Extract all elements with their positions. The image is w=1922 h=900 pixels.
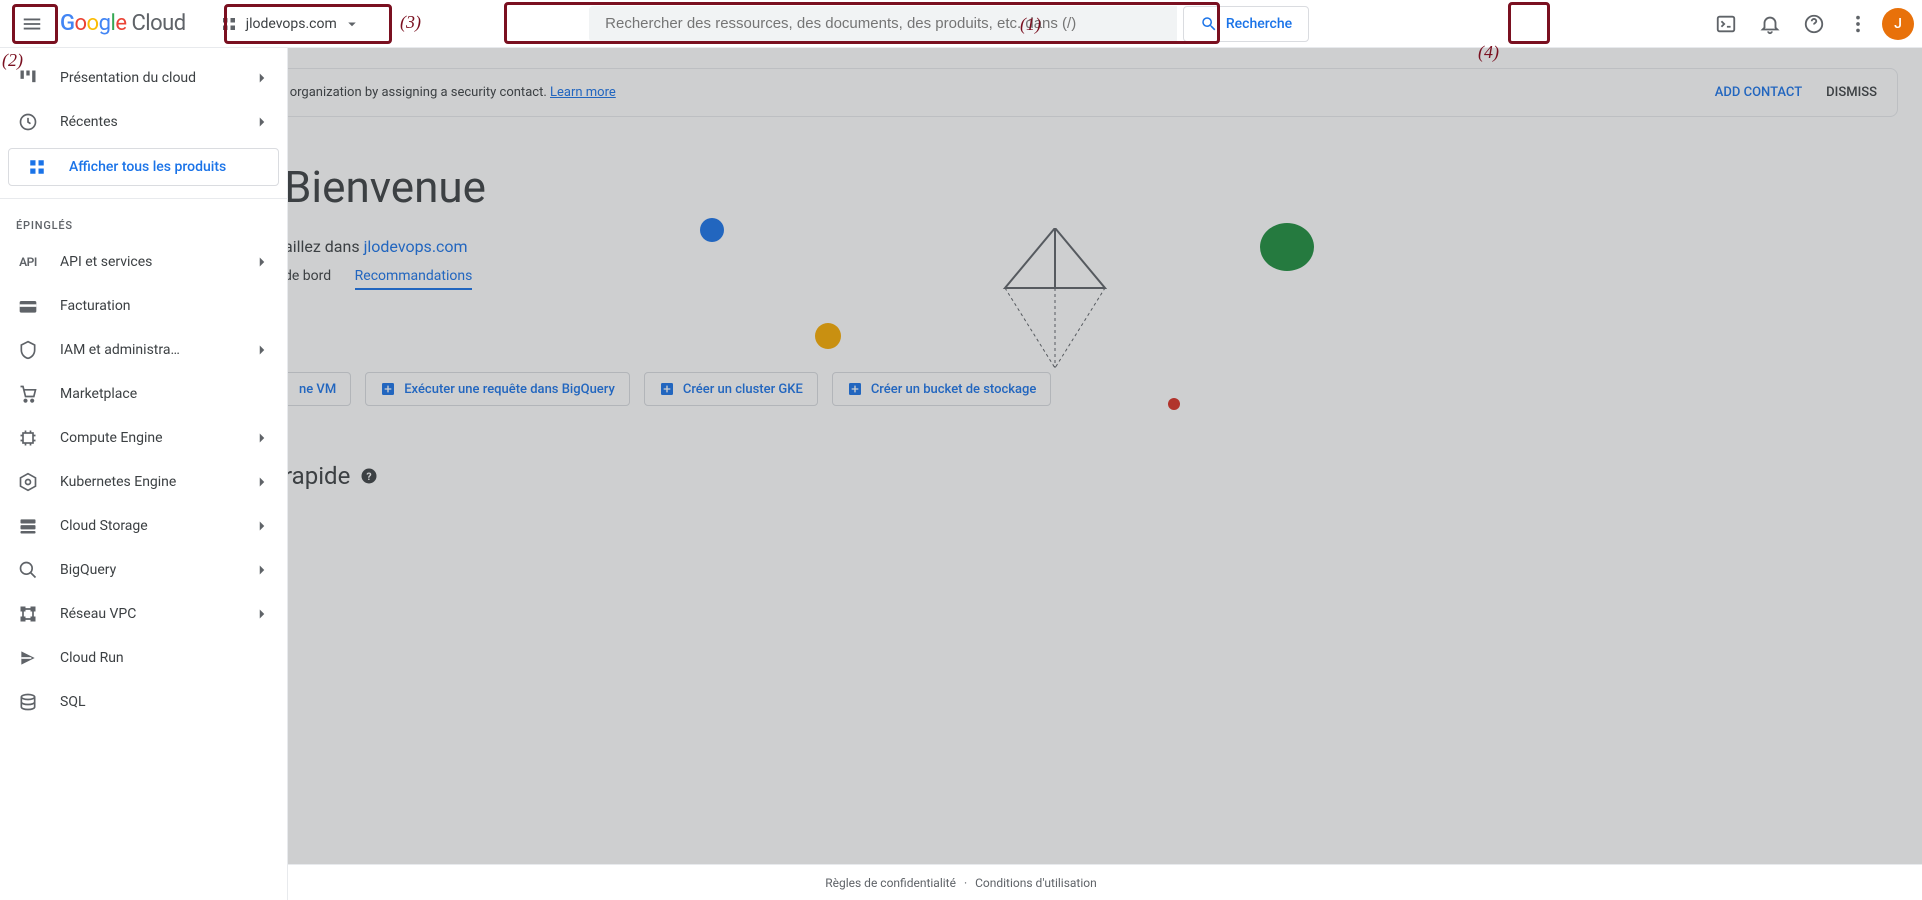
notifications-button[interactable] (1750, 4, 1790, 44)
nav-item-vpc[interactable]: Réseau VPC (0, 592, 287, 636)
nav-item-api[interactable]: API API et services (0, 240, 287, 284)
header: Google Cloud jlodevops.com Recherche (0, 0, 1922, 48)
nav-item-label: Cloud Run (60, 650, 271, 666)
user-avatar[interactable]: J (1882, 8, 1914, 40)
project-picker[interactable]: jlodevops.com (210, 8, 371, 40)
divider (0, 198, 287, 199)
pinned-header: ÉPINGLÉS (0, 207, 287, 240)
bq-icon (16, 558, 40, 582)
nav-item-label: Marketplace (60, 386, 271, 402)
chevron-right-icon (253, 517, 271, 535)
chevron-right-icon (253, 605, 271, 623)
nav-drawer: Présentation du cloud Récentes Afficher t… (0, 48, 288, 900)
privacy-link[interactable]: Règles de confidentialité (825, 876, 956, 890)
dropdown-arrow-icon (343, 15, 361, 33)
modal-scrim[interactable] (0, 48, 1922, 900)
hamburger-menu-button[interactable] (8, 0, 56, 48)
grid-icon (25, 155, 49, 179)
nav-item-clock[interactable]: Récentes (0, 100, 287, 144)
nav-item-dashboard[interactable]: Présentation du cloud (0, 56, 287, 100)
annotation-1: (1) (1020, 14, 1041, 35)
organization-icon (220, 15, 238, 33)
nav-item-label: Cloud Storage (60, 518, 253, 534)
chevron-right-icon (253, 561, 271, 579)
nav-item-label: Réseau VPC (60, 606, 253, 622)
project-name: jlodevops.com (246, 16, 337, 32)
nav-item-sql[interactable]: SQL (0, 680, 287, 724)
cloud-shell-button[interactable] (1706, 4, 1746, 44)
nav-item-label: Compute Engine (60, 430, 253, 446)
nav-item-label: IAM et administra… (60, 342, 253, 358)
chevron-right-icon (253, 429, 271, 447)
nav-item-label: Présentation du cloud (60, 70, 253, 86)
annotation-2: (2) (2, 50, 23, 71)
nav-item-label: BigQuery (60, 562, 253, 578)
nav-item-run[interactable]: Cloud Run (0, 636, 287, 680)
billing-icon (16, 294, 40, 318)
show-all-products-button[interactable]: Afficher tous les produits (8, 148, 279, 186)
nav-item-label: Kubernetes Engine (60, 474, 253, 490)
nav-item-label: API et services (60, 254, 253, 270)
bell-icon (1759, 13, 1781, 35)
google-cloud-logo[interactable]: Google Cloud (60, 11, 186, 36)
annotation-4: (4) (1478, 42, 1499, 63)
vpc-icon (16, 602, 40, 626)
help-button[interactable] (1794, 4, 1834, 44)
storage-icon (16, 514, 40, 538)
sql-icon (16, 690, 40, 714)
compute-icon (16, 426, 40, 450)
chevron-right-icon (253, 113, 271, 131)
chevron-right-icon (253, 253, 271, 271)
terminal-icon (1715, 13, 1737, 35)
help-icon (1803, 13, 1825, 35)
nav-item-billing[interactable]: Facturation (0, 284, 287, 328)
search-icon (1200, 15, 1218, 33)
chevron-right-icon (253, 69, 271, 87)
header-actions: J (1706, 4, 1914, 44)
terms-link[interactable]: Conditions d'utilisation (975, 876, 1097, 890)
annotation-3: (3) (400, 12, 421, 33)
more-menu-button[interactable] (1838, 4, 1878, 44)
clock-icon (16, 110, 40, 134)
nav-item-label: Récentes (60, 114, 253, 130)
nav-item-label: SQL (60, 694, 271, 710)
nav-item-k8s[interactable]: Kubernetes Engine (0, 460, 287, 504)
nav-item-label: Facturation (60, 298, 271, 314)
k8s-icon (16, 470, 40, 494)
iam-icon (16, 338, 40, 362)
nav-item-marketplace[interactable]: Marketplace (0, 372, 287, 416)
marketplace-icon (16, 382, 40, 406)
nav-item-iam[interactable]: IAM et administra… (0, 328, 287, 372)
menu-icon (21, 13, 43, 35)
run-icon (16, 646, 40, 670)
nav-item-storage[interactable]: Cloud Storage (0, 504, 287, 548)
footer: Règles de confidentialité · Conditions d… (0, 864, 1922, 900)
kebab-icon (1847, 13, 1869, 35)
chevron-right-icon (253, 341, 271, 359)
search-button[interactable]: Recherche (1183, 6, 1309, 42)
search-input[interactable] (589, 6, 1177, 42)
chevron-right-icon (253, 473, 271, 491)
nav-item-bq[interactable]: BigQuery (0, 548, 287, 592)
api-icon: API (16, 250, 40, 274)
nav-item-compute[interactable]: Compute Engine (0, 416, 287, 460)
search-bar: Recherche (589, 6, 1309, 42)
